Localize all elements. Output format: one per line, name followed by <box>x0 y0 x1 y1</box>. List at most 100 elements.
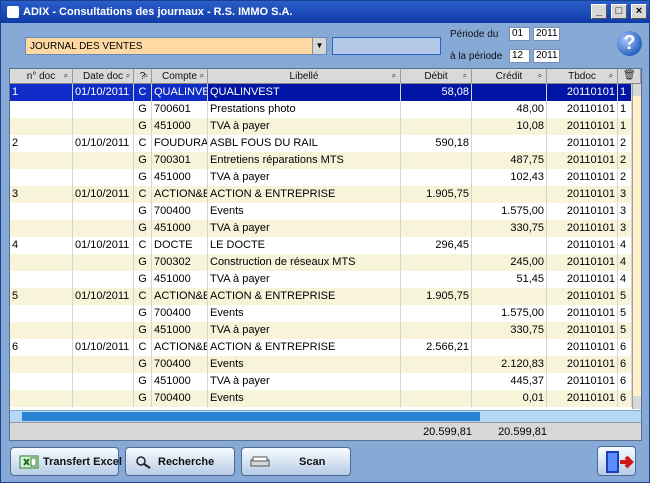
transfer-excel-button[interactable]: Transfert Excel <box>10 447 122 476</box>
from-year-input[interactable]: 2011 <box>533 27 560 41</box>
doc-cell <box>10 356 73 373</box>
table-row[interactable]: G 451000 TVA à payer 10,08 20110101 1 <box>10 118 632 135</box>
last-cell: 6 <box>618 373 632 390</box>
table-row[interactable]: G 700400 Events 0,01 20110101 6 <box>10 390 632 407</box>
table-row[interactable]: G 451000 TVA à payer 102,43 20110101 2 <box>10 169 632 186</box>
header-compte[interactable]: Compte ⌕ <box>152 69 208 84</box>
title-bar: ADIX - Consultations des journaux - R.S.… <box>1 1 649 23</box>
debit-cell <box>401 322 472 339</box>
debit-cell <box>401 271 472 288</box>
from-month-input[interactable]: 01 <box>509 27 530 41</box>
debit-cell <box>401 305 472 322</box>
libelle-cell: TVA à payer <box>208 118 401 135</box>
compte-cell: 700400 <box>152 305 208 322</box>
scan-button[interactable]: Scan <box>241 447 351 476</box>
date-cell <box>73 356 134 373</box>
debit-cell <box>401 373 472 390</box>
debit-cell <box>401 152 472 169</box>
table-row[interactable]: 6 01/10/2011 C ACTION&E ACTION & ENTREPRISE 2… <box>10 339 632 356</box>
horizontal-scroll-thumb[interactable] <box>22 412 480 421</box>
to-month-input[interactable]: 12 <box>509 49 530 63</box>
header-debit[interactable]: Débit ⌕ <box>401 69 472 84</box>
debit-cell <box>401 390 472 407</box>
tbdoc-cell: 20110101 <box>547 220 618 237</box>
type-cell: G <box>134 254 152 271</box>
search-icon[interactable]: ⌕ <box>389 71 399 81</box>
libelle-cell: TVA à payer <box>208 271 401 288</box>
header-type[interactable]: ? ⌕ <box>134 69 152 84</box>
table-row[interactable]: G 451000 TVA à payer 51,45 20110101 4 <box>10 271 632 288</box>
header-libelle[interactable]: Libellé ⌕ <box>208 69 401 84</box>
header-date[interactable]: Date doc ⌕ <box>73 69 134 84</box>
table-row[interactable]: 4 01/10/2011 C DOCTE LE DOCTE 296,45 20110101 4 <box>10 237 632 254</box>
table-row[interactable]: 3 01/10/2011 C ACTION&E ACTION & ENTREPRISE 1… <box>10 186 632 203</box>
libelle-cell: Entretiens réparations MTS <box>208 152 401 169</box>
header-tbdoc[interactable]: Tbdoc ⌕ <box>547 69 618 84</box>
search-icon[interactable]: ⌕ <box>606 71 616 81</box>
to-year-input[interactable]: 2011 <box>533 49 560 63</box>
debit-cell <box>401 356 472 373</box>
doc-cell <box>10 254 73 271</box>
table-row[interactable]: G 700400 Events 1.575,00 20110101 5 <box>10 305 632 322</box>
header-credit[interactable]: Crédit ⌕ <box>472 69 547 84</box>
tbdoc-cell: 20110101 <box>547 84 618 101</box>
header-date-label: Date doc <box>82 71 124 82</box>
search-icon[interactable]: ⌕ <box>197 71 207 81</box>
last-cell: 6 <box>618 390 632 407</box>
table-row[interactable]: G 700601 Prestations photo 48,00 20110101 1 <box>10 101 632 118</box>
doc-cell: 2 <box>10 135 73 152</box>
vertical-scroll-thumb[interactable] <box>633 96 641 396</box>
compte-cell: 700400 <box>152 203 208 220</box>
table-row[interactable]: G 700301 Entretiens réparations MTS 487,75 2… <box>10 152 632 169</box>
search-icon[interactable]: ⌕ <box>61 71 71 81</box>
doc-cell <box>10 271 73 288</box>
table-row[interactable]: 1 01/10/2011 C QUALINVE QUALINVEST 58,08 20110… <box>10 84 632 101</box>
date-cell <box>73 390 134 407</box>
close-button[interactable]: × <box>631 4 647 19</box>
debit-cell <box>401 220 472 237</box>
credit-cell: 51,45 <box>472 271 547 288</box>
table-row[interactable]: G 700400 Events 2.120,83 20110101 6 <box>10 356 632 373</box>
chevron-down-icon[interactable]: ▼ <box>312 38 326 54</box>
compte-cell: DOCTE <box>152 237 208 254</box>
header-tbdoc-label: Tbdoc <box>568 71 596 82</box>
search-icon[interactable]: ⌕ <box>123 71 133 81</box>
table-row[interactable]: 5 01/10/2011 C ACTION&E ACTION & ENTREPRISE 1… <box>10 288 632 305</box>
table-row[interactable]: G 700400 Events 1.575,00 20110101 3 <box>10 203 632 220</box>
last-cell: 5 <box>618 288 632 305</box>
application-window: ADIX - Consultations des journaux - R.S.… <box>0 0 650 483</box>
header-trash[interactable]: 🗑 <box>618 69 641 84</box>
journal-search-input[interactable] <box>332 37 441 55</box>
tbdoc-cell: 20110101 <box>547 373 618 390</box>
maximize-button[interactable]: □ <box>611 4 627 19</box>
header-compte-label: Compte <box>161 71 197 82</box>
table-row[interactable]: G 451000 TVA à payer 445,37 20110101 6 <box>10 373 632 390</box>
table-row[interactable]: G 700302 Construction de réseaux MTS 245,00… <box>10 254 632 271</box>
table-row[interactable]: 2 01/10/2011 C FOUDURA ASBL FOUS DU RAIL 590,… <box>10 135 632 152</box>
table-row[interactable]: G 451000 TVA à payer 330,75 20110101 3 <box>10 220 632 237</box>
journal-select[interactable]: JOURNAL DES VENTES ▼ <box>25 37 327 55</box>
tbdoc-cell: 20110101 <box>547 203 618 220</box>
type-cell: G <box>134 169 152 186</box>
journal-grid: n° doc ⌕ Date doc ⌕ ? ⌕ Compte ⌕ Libellé ⌕ Dé… <box>9 68 642 441</box>
horizontal-scrollbar[interactable] <box>10 410 641 422</box>
search-icon[interactable]: ⌕ <box>535 71 545 81</box>
search-label: Recherche <box>158 456 215 468</box>
vertical-scrollbar[interactable] <box>632 84 641 409</box>
exit-button[interactable] <box>597 446 636 476</box>
trash-icon[interactable]: 🗑 <box>623 71 636 81</box>
minimize-button[interactable]: _ <box>591 4 607 19</box>
tbdoc-cell: 20110101 <box>547 322 618 339</box>
search-icon[interactable]: ⌕ <box>460 71 470 81</box>
libelle-cell: ASBL FOUS DU RAIL <box>208 135 401 152</box>
search-icon[interactable]: ⌕ <box>141 71 151 81</box>
tbdoc-cell: 20110101 <box>547 254 618 271</box>
grid-header: n° doc ⌕ Date doc ⌕ ? ⌕ Compte ⌕ Libellé ⌕ Dé… <box>10 69 641 84</box>
search-button[interactable]: Recherche <box>125 447 235 476</box>
header-doc[interactable]: n° doc ⌕ <box>10 69 73 84</box>
help-icon[interactable]: ? <box>617 31 642 56</box>
table-row[interactable]: G 451000 TVA à payer 330,75 20110101 5 <box>10 322 632 339</box>
date-cell <box>73 373 134 390</box>
doc-cell <box>10 322 73 339</box>
date-cell <box>73 220 134 237</box>
